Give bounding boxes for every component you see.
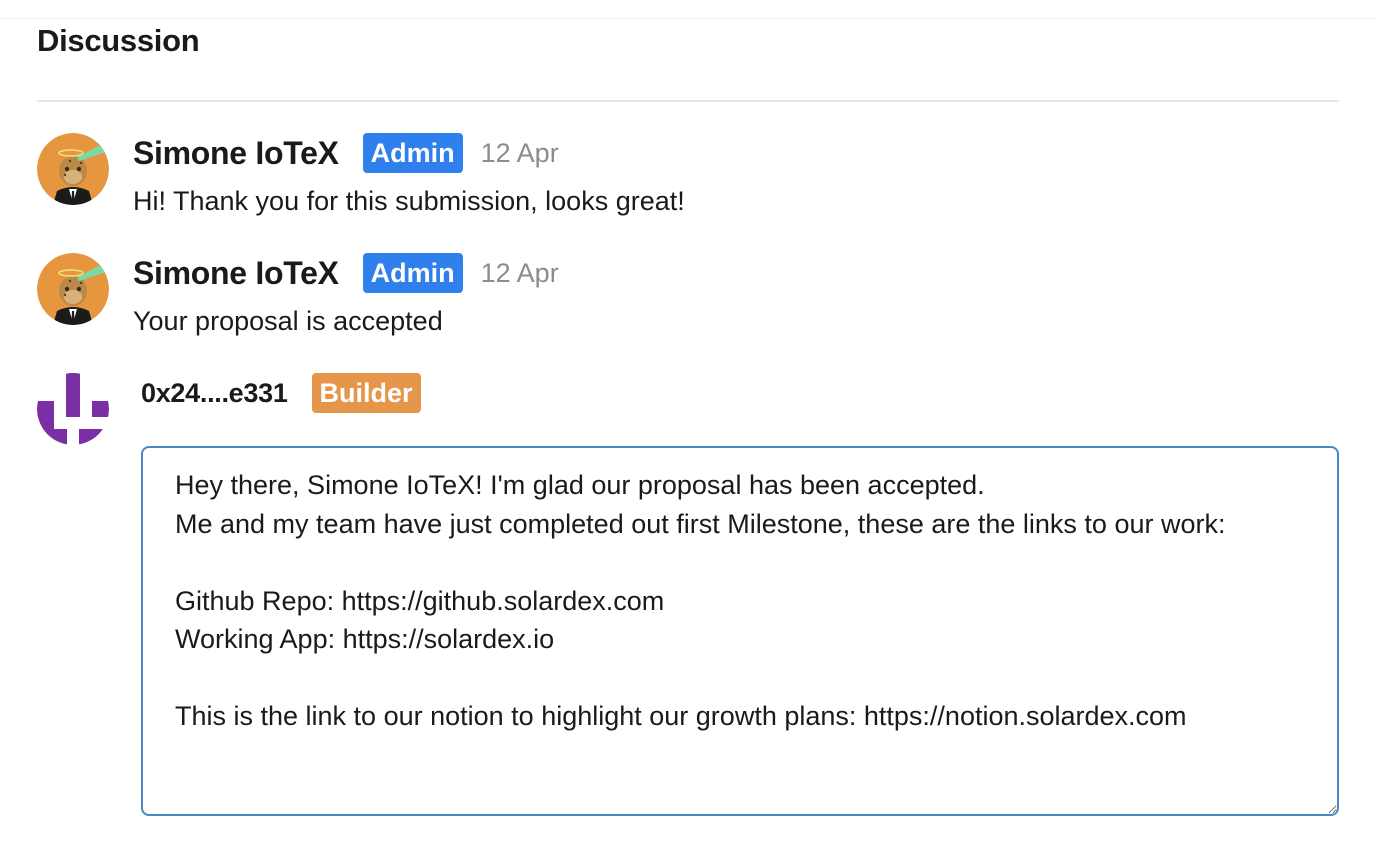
comment-author[interactable]: Simone IoTeX (133, 255, 339, 292)
comment-text: Hi! Thank you for this submission, looks… (133, 186, 685, 216)
reply-textarea[interactable]: Hey there, Simone IoTeX! I'm glad our pr… (141, 446, 1339, 816)
reply-author[interactable]: 0x24....e331 (141, 378, 288, 409)
ape-avatar-icon[interactable] (37, 133, 109, 205)
discussion-title: Discussion (37, 23, 200, 58)
builder-badge: Builder (311, 373, 421, 413)
comment-text: Your proposal is accepted (133, 306, 443, 336)
divider (37, 100, 1339, 102)
ape-avatar-icon[interactable] (37, 253, 109, 325)
comment-date: 12 Apr (480, 257, 559, 288)
admin-badge: Admin (362, 133, 463, 173)
comment-meta: Simone IoTeX Admin 12 Apr (133, 253, 559, 293)
comment-author[interactable]: Simone IoTeX (133, 135, 339, 172)
comment-date: 12 Apr (480, 137, 559, 168)
identicon-avatar-icon[interactable] (37, 373, 109, 445)
admin-badge: Admin (362, 253, 463, 293)
reply-meta: 0x24....e331 Builder (141, 373, 421, 413)
comment-meta: Simone IoTeX Admin 12 Apr (133, 133, 559, 173)
top-edge-line (0, 18, 1376, 19)
